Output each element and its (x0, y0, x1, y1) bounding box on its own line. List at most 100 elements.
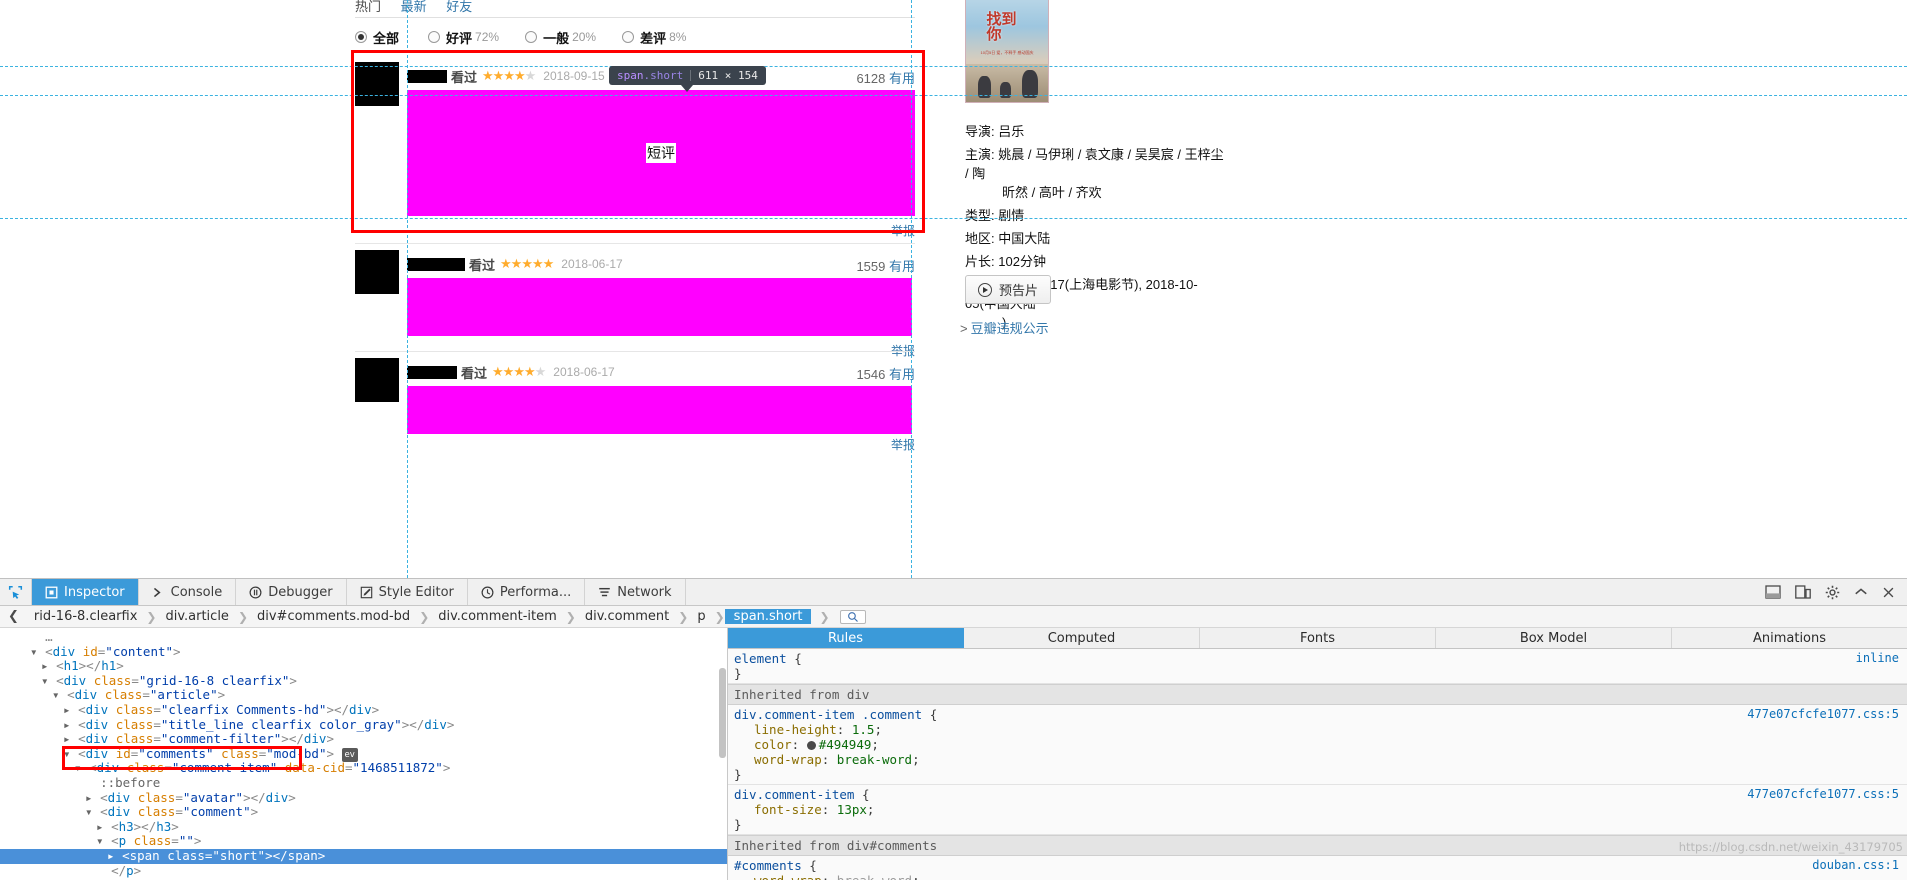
css-source-link[interactable]: 477e07cfcfe1077.css:5 (1747, 787, 1899, 802)
twisty-closed-icon[interactable]: ▸ (63, 731, 78, 746)
markup-line[interactable]: ▸ <div class="clearfix Comments-hd"></di… (0, 702, 727, 718)
breadcrumb-item[interactable]: div#comments.mod-bd (248, 609, 419, 624)
markup-line[interactable]: ▸ <div class="title_line clearfix color_… (0, 717, 727, 733)
breadcrumb-scroll-right-icon[interactable]: ❯ (811, 610, 837, 624)
radio-icon[interactable] (525, 31, 538, 43)
declaration-link[interactable]: > 豆瓣违规公示 (960, 318, 1049, 337)
markup-line[interactable]: ▸ <div class="avatar"></div> (0, 790, 727, 806)
css-rule[interactable]: inline element {} (728, 649, 1907, 684)
twisty-open-icon[interactable]: ▾ (96, 833, 111, 849)
tab-debugger[interactable]: Debugger (236, 579, 347, 605)
close-icon[interactable] (1882, 586, 1895, 599)
markup-line[interactable]: ▸ <h1></h1> (0, 658, 727, 674)
report-link[interactable]: 举报 (891, 222, 915, 239)
useful-link[interactable]: 有用 (889, 367, 915, 382)
sort-link-friends[interactable]: 好友 (446, 0, 472, 14)
tab-animations[interactable]: Animations (1672, 628, 1907, 648)
css-declaration[interactable]: color: #494949; (734, 737, 1907, 752)
markup-line[interactable]: ▾ <div class="comment"> (0, 804, 727, 820)
color-swatch[interactable] (806, 741, 816, 750)
breadcrumb-item[interactable]: rid-16-8.clearfix (25, 609, 147, 624)
markup-line[interactable]: </p> (0, 863, 727, 879)
filter-option-normal[interactable]: 一般 20% (525, 28, 596, 47)
markup-line[interactable]: ▾ <p class=""> (0, 834, 727, 849)
gear-icon[interactable] (1825, 585, 1840, 600)
sort-link-hot[interactable]: 热门 (355, 0, 381, 14)
username[interactable] (407, 365, 457, 379)
breadcrumb-item[interactable]: p (688, 609, 714, 624)
twisty-closed-icon[interactable]: ▸ (63, 702, 78, 717)
markup-line[interactable]: ▾ <div class="article"> (0, 688, 727, 703)
avatar[interactable] (355, 62, 399, 106)
minimize-icon[interactable] (1854, 585, 1868, 599)
tab-style-editor[interactable]: Style Editor (347, 579, 468, 605)
css-source-link[interactable]: 477e07cfcfe1077.css:5 (1747, 707, 1899, 722)
username[interactable] (407, 69, 447, 83)
css-rule[interactable]: 477e07cfcfe1077.css:5 div.comment-item {f… (728, 785, 1907, 835)
twisty-open-icon[interactable]: ▾ (52, 687, 67, 703)
twisty-closed-icon[interactable]: ▸ (107, 848, 122, 863)
movie-poster[interactable]: 找到你 10月5日 爱，不释手 感动国庆 (965, 0, 1049, 103)
filter-option-bad[interactable]: 差评 8% (622, 28, 686, 47)
radio-icon[interactable] (622, 31, 635, 43)
css-source-link[interactable]: inline (1856, 651, 1899, 666)
tab-fonts[interactable]: Fonts (1200, 628, 1436, 648)
css-source-link[interactable]: douban.css:1 (1812, 858, 1899, 873)
split-console-icon[interactable] (1765, 585, 1781, 599)
twisty-open-icon[interactable]: ▾ (85, 804, 100, 819)
markup-line[interactable]: ▸ <h3></h3> (0, 819, 727, 835)
report-link[interactable]: 举报 (891, 436, 915, 453)
search-icon[interactable] (839, 609, 866, 624)
tab-network[interactable]: Network (585, 579, 686, 605)
tab-rules[interactable]: Rules (728, 628, 964, 648)
tab-console[interactable]: Console (139, 579, 237, 605)
breadcrumb-item[interactable]: div.comment (576, 609, 678, 624)
breadcrumb-scroll-left-icon[interactable]: ❮ (0, 609, 25, 624)
twisty-closed-icon[interactable]: ▸ (85, 790, 100, 805)
css-rule[interactable]: 477e07cfcfe1077.css:5 div.comment-item .c… (728, 705, 1907, 785)
twisty-open-icon[interactable]: ▾ (74, 760, 89, 776)
markup-line[interactable]: ▸ <div class="comment-filter"></div> (0, 731, 727, 747)
css-selector[interactable]: element { (734, 651, 1907, 666)
markup-line[interactable]: ▾ <div id="content"> (0, 644, 727, 660)
markup-line[interactable]: ▸ <span class="short"></span> (0, 848, 727, 864)
twisty-closed-icon[interactable]: ▸ (41, 658, 56, 673)
twisty-open-icon[interactable]: ▾ (63, 746, 78, 761)
twisty-open-icon[interactable]: ▾ (30, 644, 45, 659)
filter-option-all[interactable]: 全部 (355, 28, 402, 47)
css-declaration[interactable]: line-height: 1.5; (734, 722, 1907, 737)
responsive-mode-icon[interactable] (1795, 585, 1811, 599)
tab-performance[interactable]: Performa... (468, 579, 586, 605)
radio-icon[interactable] (428, 31, 441, 43)
breadcrumb-item[interactable]: div.article (156, 609, 237, 624)
sort-link-latest[interactable]: 最新 (401, 0, 427, 14)
username[interactable] (407, 257, 465, 271)
markup-line[interactable]: ::before (0, 775, 727, 791)
css-selector[interactable]: div.comment-item { (734, 787, 1907, 802)
useful-link[interactable]: 有用 (889, 259, 915, 274)
css-selector[interactable]: div.comment-item .comment { (734, 707, 1907, 722)
trailer-button[interactable]: 预告片 (965, 275, 1052, 304)
radio-icon[interactable] (355, 31, 367, 43)
markup-line[interactable]: ▾ <div id="comments" class="mod-bd"> ev (0, 746, 727, 763)
avatar[interactable] (355, 358, 399, 402)
breadcrumb-item[interactable]: div.comment-item (429, 609, 566, 624)
useful-link[interactable]: 有用 (889, 71, 915, 86)
css-selector[interactable]: #comments { (734, 858, 1907, 873)
element-picker-icon[interactable] (0, 579, 32, 605)
filter-option-good[interactable]: 好评 72% (428, 28, 499, 47)
css-rule[interactable]: douban.css:1#comments {word-wrap: break-… (728, 856, 1907, 880)
markup-scrollbar[interactable] (719, 668, 726, 758)
tab-computed[interactable]: Computed (964, 628, 1200, 648)
breadcrumb-item-selected[interactable]: span.short (724, 609, 812, 624)
twisty-closed-icon[interactable]: ▸ (96, 819, 111, 834)
markup-line[interactable]: ▾ <div class="comment-item" data-cid="14… (0, 761, 727, 776)
tab-inspector[interactable]: Inspector (32, 579, 139, 605)
twisty-open-icon[interactable]: ▾ (41, 673, 56, 688)
markup-line[interactable]: ▾ <div class="grid-16-8 clearfix"> (0, 673, 727, 689)
markup-line[interactable]: … (0, 629, 727, 645)
css-declaration[interactable]: font-size: 13px; (734, 802, 1907, 817)
twisty-closed-icon[interactable]: ▸ (63, 717, 78, 732)
css-declaration[interactable]: word-wrap: break-word; (734, 752, 1907, 767)
tab-box-model[interactable]: Box Model (1436, 628, 1672, 648)
